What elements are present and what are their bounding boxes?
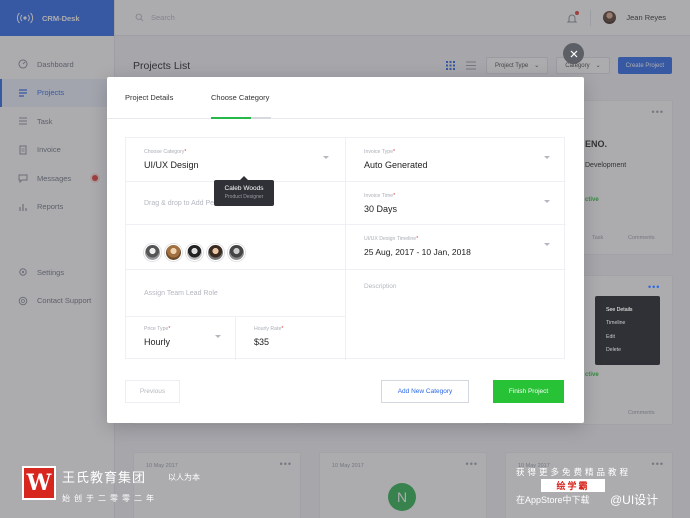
field-label: UI/UX Design Timeline*: [364, 236, 419, 242]
team-lead-placeholder: Assign Team Lead Role: [144, 290, 218, 297]
team-lead-field[interactable]: Assign Team Lead Role: [126, 270, 345, 317]
watermark-logo: W: [22, 466, 56, 500]
avatar-list: [144, 244, 245, 261]
menu-item-delete[interactable]: Delete: [595, 344, 660, 358]
field-value: Auto Generated: [364, 160, 428, 170]
avatar[interactable]: [228, 244, 245, 261]
watermark-title: 王氏教育集团: [62, 471, 147, 486]
avatar[interactable]: [186, 244, 203, 261]
field-value: 25 Aug, 2017 - 10 Jan, 2018: [364, 247, 471, 257]
field-label: Choose Category*: [144, 149, 187, 155]
tooltip-role: Product Designer: [224, 194, 264, 200]
timeline-field[interactable]: UI/UX Design Timeline* 25 Aug, 2017 - 10…: [346, 225, 566, 270]
avatar-tooltip: Caleb Woods Product Designer: [214, 176, 274, 206]
chevron-down-icon: [544, 243, 550, 246]
watermark-badge: 绘学霸: [541, 479, 605, 492]
menu-item-edit[interactable]: Edit: [595, 330, 660, 344]
chevron-down-icon: [215, 335, 221, 338]
add-category-button[interactable]: Add New Category: [381, 380, 469, 403]
invoice-type-field[interactable]: Invoice Type* Auto Generated: [346, 138, 566, 182]
field-value: 30 Days: [364, 204, 398, 214]
price-type-field[interactable]: Price Type* Hourly: [126, 317, 236, 360]
description-field[interactable]: Description: [346, 270, 566, 360]
hourly-rate-field[interactable]: Hourly Rate* $35: [236, 317, 345, 360]
field-value: $35: [254, 337, 270, 347]
active-tab-indicator: [211, 117, 271, 119]
modal-tabs: Project Details Choose Category: [107, 77, 584, 119]
tab-project-details[interactable]: Project Details: [125, 93, 173, 102]
watermark-promo: 获得更多免费精品教程: [516, 467, 632, 477]
close-icon: [570, 50, 577, 57]
more-options-icon[interactable]: •••: [648, 282, 660, 292]
description-placeholder: Description: [364, 283, 397, 290]
previous-button[interactable]: Previous: [125, 380, 180, 403]
finish-project-button[interactable]: Finish Project: [493, 380, 564, 403]
field-value: UI/UX Design: [144, 160, 199, 170]
chevron-down-icon: [544, 200, 550, 203]
watermark-weibo: @UI设计: [610, 493, 659, 507]
tooltip-name: Caleb Woods: [224, 185, 264, 192]
tab-choose-category[interactable]: Choose Category: [211, 93, 269, 102]
watermark-subtitle: 始创于二零零二年: [62, 494, 158, 503]
close-button[interactable]: [563, 43, 584, 64]
choose-category-modal: Project Details Choose Category Choose C…: [107, 77, 584, 423]
category-form: Choose Category* UI/UX Design Drag & dro…: [125, 137, 566, 360]
menu-item-see-details[interactable]: See Details: [595, 303, 660, 317]
team-avatars-row: [126, 225, 345, 270]
context-menu: See Details Timeline Edit Delete: [595, 296, 660, 365]
avatar[interactable]: [207, 244, 224, 261]
invoice-time-field[interactable]: Invoice Time* 30 Days: [346, 182, 566, 225]
watermark-motto: 以人为本: [168, 473, 200, 482]
field-label: Hourly Rate*: [254, 326, 284, 332]
avatar[interactable]: [165, 244, 182, 261]
field-label: Invoice Type*: [364, 149, 396, 155]
chevron-down-icon: [544, 156, 550, 159]
menu-item-timeline[interactable]: Timeline: [595, 317, 660, 331]
chevron-down-icon: [323, 156, 329, 159]
field-label: Price Type*: [144, 326, 171, 332]
avatar[interactable]: [144, 244, 161, 261]
watermark-appstore: 在AppStore中下载: [516, 495, 590, 505]
category-field[interactable]: Choose Category* UI/UX Design: [126, 138, 345, 182]
field-value: Hourly: [144, 337, 171, 347]
field-label: Invoice Time*: [364, 193, 396, 199]
